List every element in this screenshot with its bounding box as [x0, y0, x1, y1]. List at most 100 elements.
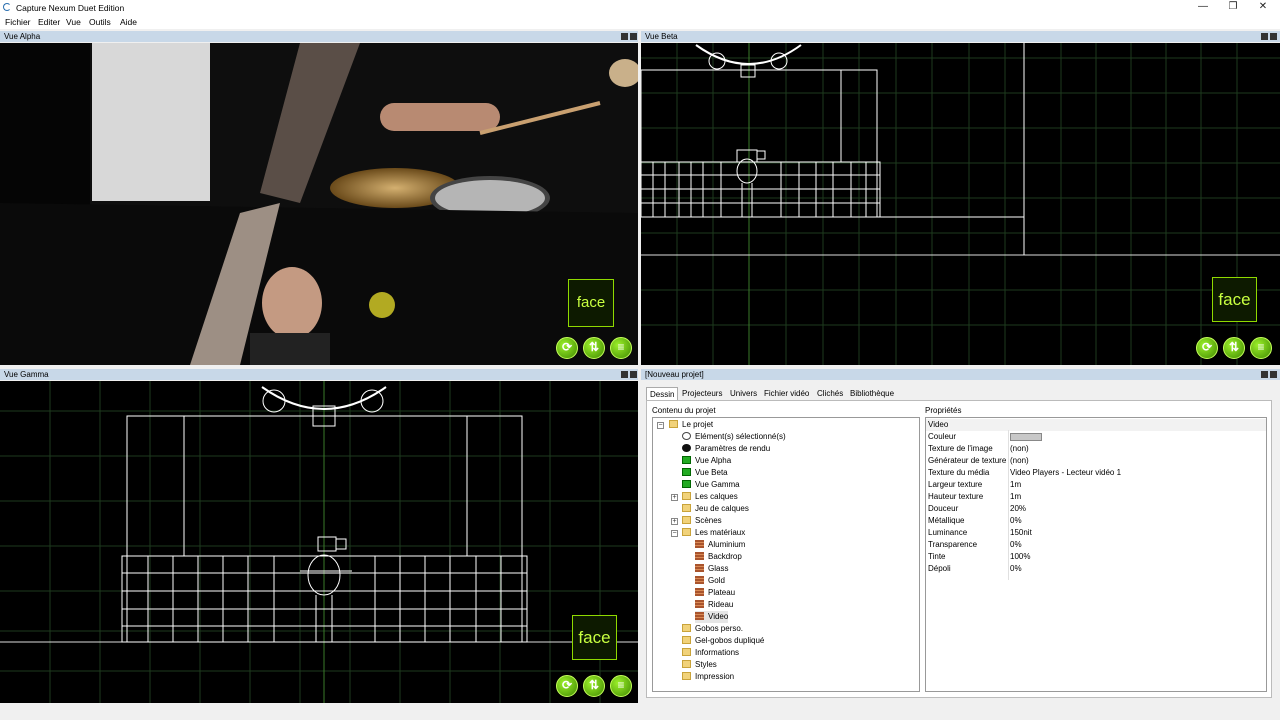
material-icon — [695, 576, 704, 584]
tree-item-vue-alpha[interactable]: Vue Alpha — [682, 455, 731, 467]
float-icon[interactable] — [1270, 371, 1277, 378]
minimize-button[interactable]: — — [1188, 1, 1218, 14]
tree-item-jeu-calques[interactable]: Jeu de calques — [682, 503, 749, 515]
float-icon[interactable] — [630, 33, 637, 40]
face-view-button[interactable]: face — [572, 615, 617, 660]
tree-item-le-projet[interactable]: Le projet — [669, 419, 713, 431]
tree-item-backdrop[interactable]: Backdrop — [695, 551, 742, 563]
tab-univers[interactable]: Univers — [727, 387, 760, 400]
pan-view-button[interactable]: ⇅ — [1223, 337, 1245, 359]
expand-icon[interactable]: + — [671, 494, 678, 501]
expand-icon[interactable]: + — [671, 518, 678, 525]
project-tree[interactable]: − Le projet Elément(s) sélectionné(s) Pa… — [652, 417, 920, 692]
menu-aide[interactable]: Aide — [120, 17, 137, 27]
collapse-icon[interactable]: − — [671, 530, 678, 537]
folder-icon — [682, 660, 691, 668]
prop-row-hauteur[interactable]: Hauteur texture 1m — [926, 491, 1266, 503]
tab-fichier-video[interactable]: Fichier vidéo — [761, 387, 812, 400]
collapse-icon[interactable]: − — [657, 422, 664, 429]
view-cube[interactable]: face — [568, 279, 614, 327]
app-logo-icon — [3, 3, 11, 11]
wireframe-front-view — [0, 381, 638, 703]
prop-row-transparence[interactable]: Transparence 0% — [926, 539, 1266, 551]
folder-icon — [682, 528, 691, 536]
menu-vue[interactable]: Vue — [66, 17, 81, 27]
rotate-view-button[interactable]: ⟳ — [1196, 337, 1218, 359]
pane-title: Vue Alpha — [4, 32, 41, 41]
pane-header-project: [Nouveau projet] — [641, 369, 1280, 380]
tree-item-render-settings[interactable]: Paramètres de rendu — [682, 443, 770, 455]
prop-row-douceur[interactable]: Douceur 20% — [926, 503, 1266, 515]
tree-item-informations[interactable]: Informations — [682, 647, 739, 659]
color-swatch[interactable] — [1010, 433, 1042, 441]
prop-row-largeur[interactable]: Largeur texture 1m — [926, 479, 1266, 491]
pin-icon[interactable] — [621, 371, 628, 378]
menu-fichier[interactable]: Fichier — [5, 17, 31, 27]
view-icon — [682, 480, 691, 488]
tab-projecteurs[interactable]: Projecteurs — [679, 387, 725, 400]
tree-item-scenes[interactable]: Scènes — [682, 515, 722, 527]
tree-item-glass[interactable]: Glass — [695, 563, 728, 575]
pin-icon[interactable] — [621, 33, 628, 40]
prop-row-depoli[interactable]: Dépoli 0% — [926, 563, 1266, 575]
tree-item-gobos-perso[interactable]: Gobos perso. — [682, 623, 743, 635]
properties-grid[interactable]: Video Couleur Texture de l'image (non) Gé… — [925, 417, 1267, 692]
folder-icon — [682, 648, 691, 656]
window-title: Capture Nexum Duet Edition — [16, 3, 125, 13]
menu-bar: Fichier Editer Vue Outils Aide — [0, 15, 1280, 29]
view-menu-button[interactable]: ≡ — [610, 675, 632, 697]
tree-item-plateau[interactable]: Plateau — [695, 587, 735, 599]
view-menu-button[interactable]: ≡ — [1250, 337, 1272, 359]
prop-row-texture-image[interactable]: Texture de l'image (non) — [926, 443, 1266, 455]
tab-dessin[interactable]: Dessin — [646, 387, 679, 401]
prop-row-couleur[interactable]: Couleur — [926, 431, 1266, 443]
pin-icon[interactable] — [1261, 33, 1268, 40]
rotate-view-button[interactable]: ⟳ — [556, 337, 578, 359]
menu-editer[interactable]: Editer — [38, 17, 60, 27]
selection-icon — [682, 432, 691, 440]
tree-item-impression[interactable]: Impression — [682, 671, 734, 683]
viewport-alpha[interactable]: face ⟳ ⇅ ≡ — [0, 43, 638, 365]
tree-item-vue-gamma[interactable]: Vue Gamma — [682, 479, 740, 491]
tree-item-vue-beta[interactable]: Vue Beta — [682, 467, 728, 479]
close-button[interactable]: ✕ — [1248, 1, 1278, 14]
tree-item-gold[interactable]: Gold — [695, 575, 725, 587]
maximize-button[interactable]: ❐ — [1218, 1, 1248, 14]
prop-row-tinte[interactable]: Tinte 100% — [926, 551, 1266, 563]
tree-item-calques[interactable]: Les calques — [682, 491, 738, 503]
tree-item-materiaux[interactable]: Les matériaux — [682, 527, 745, 539]
menu-outils[interactable]: Outils — [89, 17, 111, 27]
tree-item-rideau[interactable]: Rideau — [695, 599, 733, 611]
properties-label: Propriétés — [925, 406, 962, 415]
pane-title: [Nouveau projet] — [645, 370, 704, 379]
rotate-view-button[interactable]: ⟳ — [556, 675, 578, 697]
pan-view-button[interactable]: ⇅ — [583, 337, 605, 359]
pin-icon[interactable] — [1261, 371, 1268, 378]
tab-bibliotheque[interactable]: Bibliothèque — [847, 387, 897, 400]
tree-item-styles[interactable]: Styles — [682, 659, 717, 671]
material-icon — [695, 552, 704, 560]
float-icon[interactable] — [1270, 33, 1277, 40]
material-icon — [695, 564, 704, 572]
mouse-highlight-icon — [369, 292, 395, 318]
viewport-beta[interactable]: face ⟳ ⇅ ≡ — [641, 43, 1280, 365]
view-menu-button[interactable]: ≡ — [610, 337, 632, 359]
tree-item-selection[interactable]: Elément(s) sélectionné(s) — [682, 431, 786, 443]
viewport-gamma[interactable]: face ⟳ ⇅ ≡ — [0, 381, 638, 703]
camera-video-frame — [0, 43, 638, 365]
project-content-label: Contenu du projet — [652, 406, 716, 415]
pane-title: Vue Beta — [645, 32, 678, 41]
prop-row-texture-media[interactable]: Texture du média Video Players - Lecteur … — [926, 467, 1266, 479]
face-view-button[interactable]: face — [1212, 277, 1257, 322]
folder-icon — [682, 624, 691, 632]
tree-item-aluminium[interactable]: Aluminium — [695, 539, 745, 551]
tab-cliches[interactable]: Clichés — [814, 387, 846, 400]
tree-item-gel-gobos[interactable]: Gel-gobos dupliqué — [682, 635, 764, 647]
prop-row-luminance[interactable]: Luminance 150nit — [926, 527, 1266, 539]
view-icon — [682, 468, 691, 476]
tree-item-video[interactable]: Video — [695, 611, 729, 623]
pan-view-button[interactable]: ⇅ — [583, 675, 605, 697]
prop-row-generateur[interactable]: Générateur de texture (non) — [926, 455, 1266, 467]
float-icon[interactable] — [630, 371, 637, 378]
prop-row-metallique[interactable]: Métallique 0% — [926, 515, 1266, 527]
